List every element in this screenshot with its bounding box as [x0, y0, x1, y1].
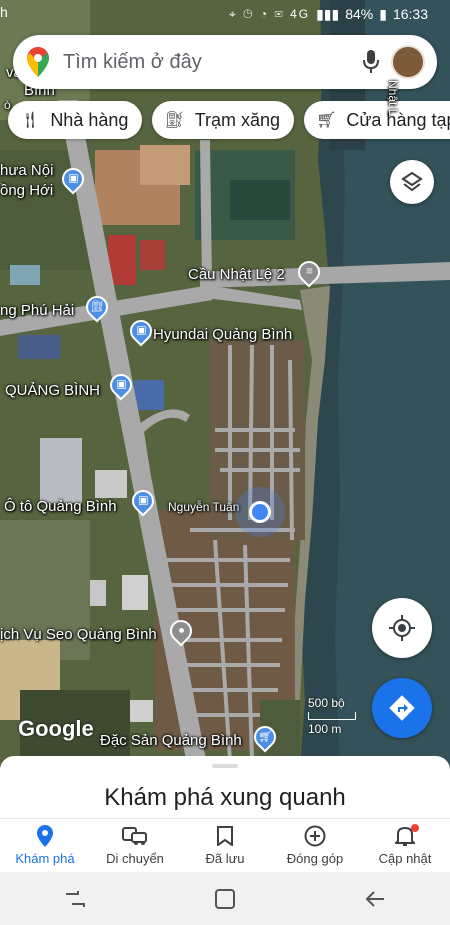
add-circle-icon: [304, 825, 326, 847]
directions-icon: [389, 695, 415, 721]
avatar[interactable]: [391, 45, 425, 79]
maps-pin-logo: [13, 47, 63, 77]
chip-restaurants[interactable]: 🍴︎ Nhà hàng: [8, 101, 143, 139]
map-scale: 500 bộ 100 m: [308, 696, 356, 736]
recent-apps-icon: [66, 890, 85, 907]
chip-label: Trạm xăng: [194, 109, 281, 130]
sheet-drag-handle[interactable]: [212, 764, 238, 768]
my-location-button[interactable]: [372, 598, 432, 658]
recent-apps-button[interactable]: [45, 890, 105, 908]
map-label-dac-san: Đặc Sản Quảng Bình: [100, 732, 242, 749]
tab-saved[interactable]: Đã lưu: [180, 819, 270, 872]
home-icon: [215, 888, 235, 909]
map-label-oto: Ô tô Quảng Bình: [4, 498, 117, 515]
system-nav-bar: [0, 872, 450, 925]
mic-icon[interactable]: [351, 50, 391, 74]
google-logo: Google: [18, 716, 94, 741]
tab-updates[interactable]: Cập nhật: [360, 819, 450, 872]
cart-icon: 🛒︎: [316, 112, 337, 129]
tab-label: Khám phá: [15, 851, 75, 866]
layers-button[interactable]: [390, 160, 434, 204]
map-view[interactable]: h ⌖ ◷ ◔ ✉ 4G ▮▮▮ 84% ▮ 16:33 vă Bình ò T…: [0, 0, 450, 770]
status-bar: h ⌖ ◷ ◔ ✉ 4G ▮▮▮ 84% ▮ 16:33: [0, 0, 450, 28]
battery-icon: ▮: [379, 5, 387, 22]
my-location-dot: [249, 501, 271, 523]
fuel-icon: ⛽︎: [164, 112, 185, 129]
map-label-hyundai: Hyundai Quảng Bình: [153, 326, 293, 343]
layers-icon: [401, 171, 423, 192]
bookmark-icon: [217, 825, 233, 847]
map-label-quang-binh: QUẢNG BÌNH: [5, 382, 101, 399]
map-label-thua-noi: hưa Nội: [0, 162, 54, 179]
crosshair-icon: [389, 615, 415, 641]
scale-bar: [308, 712, 356, 720]
search-bar[interactable]: Tìm kiếm ở đây: [13, 35, 437, 89]
map-label-vertical: Nhật L: [386, 80, 400, 116]
status-icons: ⌖ ◷ ◔ ✉ 4G: [228, 6, 311, 21]
directions-button[interactable]: [372, 678, 432, 738]
scale-feet: 500 bộ: [308, 696, 345, 710]
tab-label: Cập nhật: [378, 851, 432, 866]
fork-knife-icon: 🍴︎: [20, 112, 41, 129]
chip-label: Nhà hàng: [50, 109, 129, 130]
search-input[interactable]: Tìm kiếm ở đây: [63, 51, 351, 74]
tab-explore[interactable]: Khám phá: [0, 819, 90, 872]
tab-label: Đã lưu: [205, 851, 245, 866]
map-label-seo: ịch Vụ Seo Quảng Bình: [0, 626, 157, 643]
sheet-title: Khám phá xung quanh: [104, 784, 346, 811]
bottom-tab-bar: Khám phá Di chuyển Đã lưu Đóng góp Cập n…: [0, 818, 450, 872]
location-pin-icon: [37, 825, 53, 847]
tab-label: Di chuyển: [106, 851, 164, 866]
tab-commute[interactable]: Di chuyển: [90, 819, 180, 872]
scale-meters: 100 m: [308, 722, 342, 736]
map-label-dong-hoi: ồng Hới: [0, 182, 54, 199]
notification-dot: [411, 824, 419, 832]
home-button[interactable]: [195, 888, 255, 910]
map-label-phu-hai: ng Phú Hải: [0, 302, 75, 319]
battery-percent: 84%: [345, 6, 374, 22]
map-label-cau-nhat-le: Cầu Nhật Lệ 2: [188, 266, 285, 283]
category-chips: 🍴︎ Nhà hàng ⛽︎ Trạm xăng 🛒︎ Cửa hàng tạp…: [8, 101, 450, 139]
bell-icon: [395, 824, 419, 847]
status-left-text: h: [0, 4, 8, 20]
chip-gas-stations[interactable]: ⛽︎ Trạm xăng: [152, 101, 295, 139]
tab-contribute[interactable]: Đóng góp: [270, 819, 360, 872]
signal-icon: ▮▮▮: [316, 5, 340, 22]
tab-label: Đóng góp: [286, 851, 344, 866]
back-arrow-icon: [365, 890, 384, 907]
commute-icon: [122, 825, 148, 847]
explore-sheet[interactable]: Khám phá xung quanh: [0, 756, 450, 820]
back-button[interactable]: [345, 890, 405, 908]
street-label-nguyen-tuan: Nguyễn Tuân: [168, 500, 240, 514]
chip-grocery[interactable]: 🛒︎ Cửa hàng tạp h: [304, 101, 450, 139]
clock: 16:33: [392, 6, 428, 22]
